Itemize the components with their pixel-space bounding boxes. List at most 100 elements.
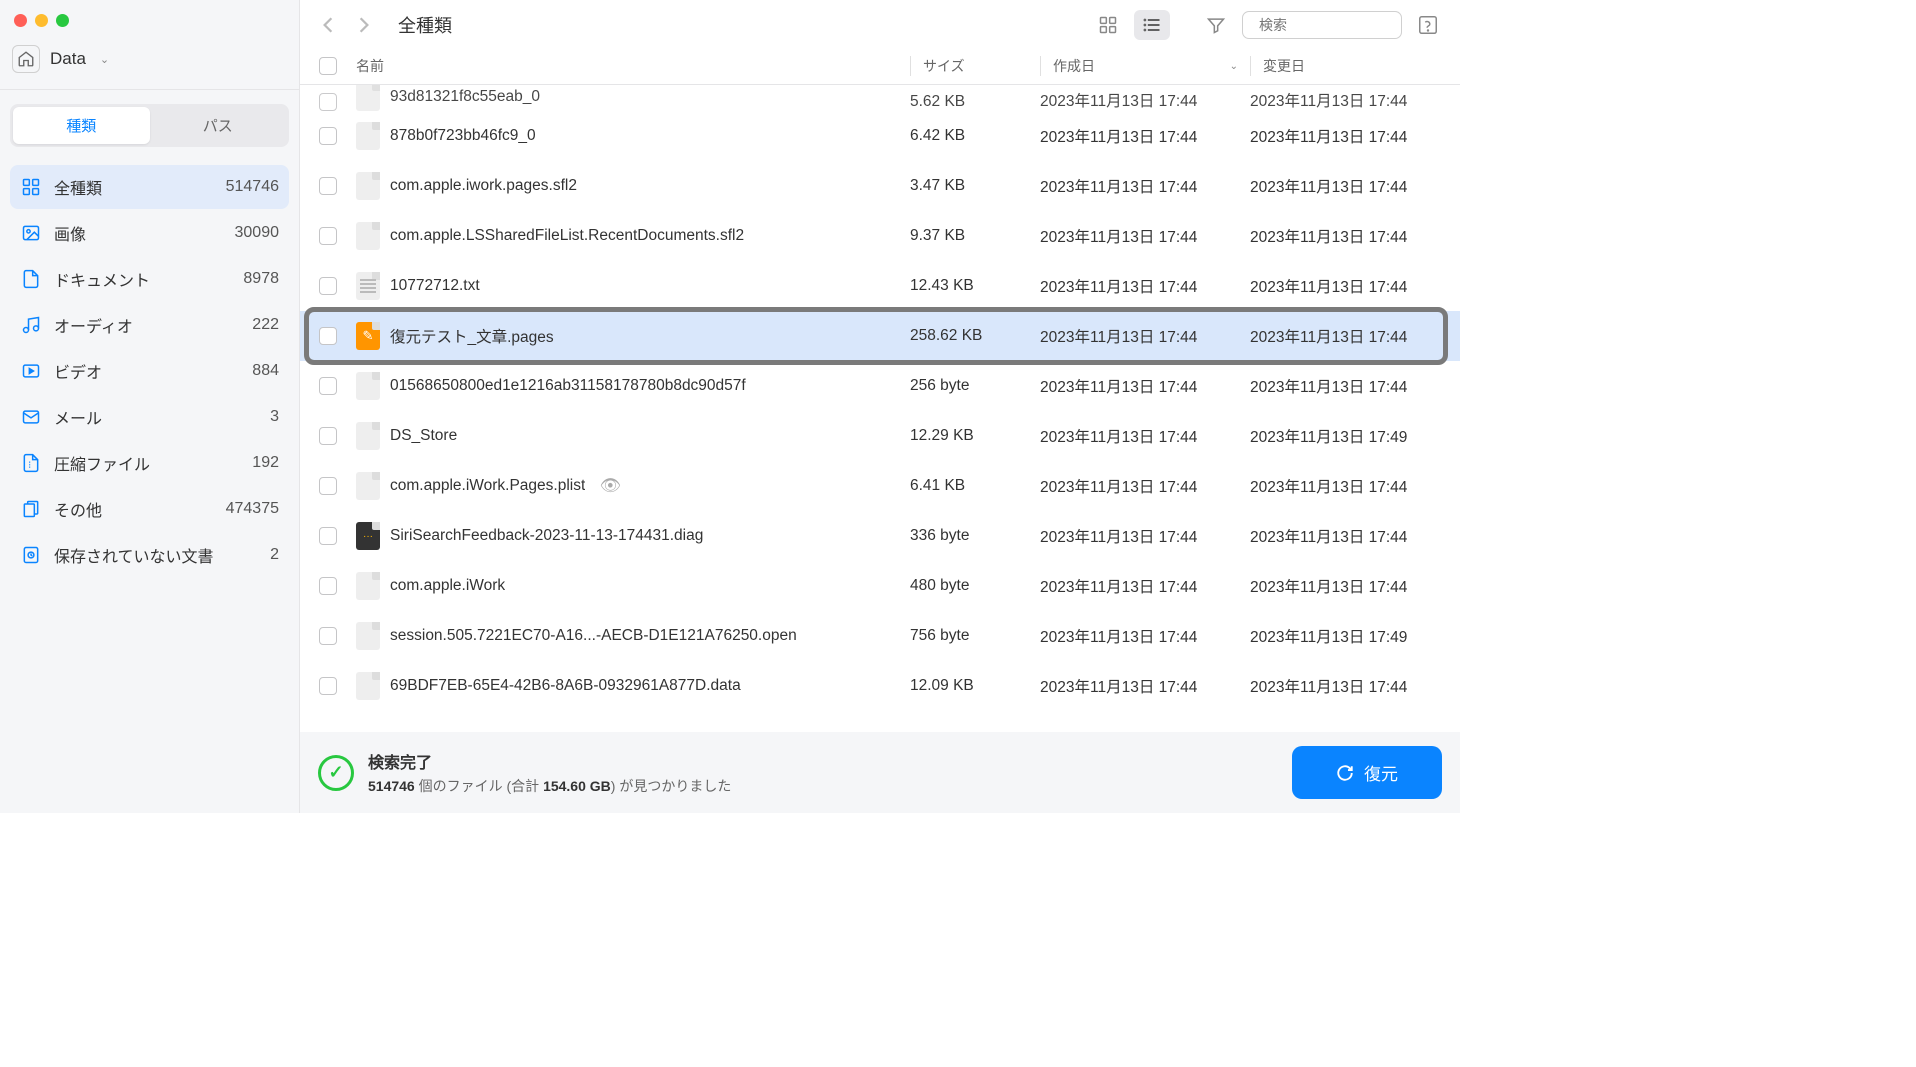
- row-checkbox[interactable]: [319, 427, 337, 445]
- category-label: 画像: [54, 221, 223, 245]
- file-size: 6.42 KB: [910, 127, 1040, 145]
- other-icon: [20, 498, 42, 520]
- status-title: 検索完了: [368, 749, 1278, 773]
- all-icon: [20, 176, 42, 198]
- column-size[interactable]: サイズ: [910, 56, 1040, 76]
- file-size: 258.62 KB: [910, 327, 1040, 345]
- view-mode-tabs: 種類 パス: [10, 104, 289, 147]
- file-row[interactable]: com.apple.iWork.Pages.plist👁6.41 KB2023年…: [300, 461, 1460, 511]
- column-created[interactable]: 作成日 ⌄: [1040, 56, 1250, 76]
- file-icon: [356, 272, 380, 300]
- row-checkbox[interactable]: [319, 127, 337, 145]
- back-button[interactable]: [314, 11, 342, 39]
- category-label: ビデオ: [54, 359, 240, 383]
- file-row[interactable]: DS_Store12.29 KB2023年11月13日 17:442023年11…: [300, 411, 1460, 461]
- category-count: 222: [252, 316, 279, 334]
- list-view-button[interactable]: [1134, 10, 1170, 40]
- file-modified: 2023年11月13日 17:44: [1250, 275, 1460, 297]
- category-count: 514746: [226, 178, 279, 196]
- category-image[interactable]: 画像 30090: [10, 211, 289, 255]
- category-count: 3: [270, 408, 279, 426]
- search-box[interactable]: [1242, 11, 1402, 39]
- category-all[interactable]: 全種類514746: [10, 165, 289, 209]
- category-archive[interactable]: 圧縮ファイル192: [10, 441, 289, 485]
- file-row[interactable]: 93d81321f8c55eab_05.62 KB2023年11月13日 17:…: [300, 85, 1460, 111]
- file-icon: [356, 172, 380, 200]
- file-created: 2023年11月13日 17:44: [1040, 375, 1250, 397]
- file-modified: 2023年11月13日 17:44: [1250, 675, 1460, 697]
- category-document[interactable]: ドキュメント8978: [10, 257, 289, 301]
- grid-view-button[interactable]: [1090, 10, 1126, 40]
- file-row[interactable]: 69BDF7EB-65E4-42B6-8A6B-0932961A877D.dat…: [300, 661, 1460, 711]
- file-row[interactable]: session.505.7221EC70-A16...-AECB-D1E121A…: [300, 611, 1460, 661]
- unsaved-icon: [20, 544, 42, 566]
- file-row[interactable]: SiriSearchFeedback-2023-11-13-174431.dia…: [300, 511, 1460, 561]
- category-audio[interactable]: オーディオ222: [10, 303, 289, 347]
- category-video[interactable]: ビデオ884: [10, 349, 289, 393]
- file-row[interactable]: com.apple.LSSharedFileList.RecentDocumen…: [300, 211, 1460, 261]
- row-checkbox[interactable]: [319, 177, 337, 195]
- file-modified: 2023年11月13日 17:44: [1250, 89, 1460, 111]
- file-size: 336 byte: [910, 527, 1040, 545]
- check-circle-icon: ✓: [318, 755, 354, 791]
- minimize-window-button[interactable]: [35, 14, 48, 27]
- file-icon: [356, 322, 380, 350]
- help-button[interactable]: [1410, 10, 1446, 40]
- category-count: 30090: [235, 224, 280, 242]
- sidebar: Data ⌄ 種類 パス 全種類514746 画像 30090 ドキュメント8978オ…: [0, 0, 300, 813]
- file-row[interactable]: 01568650800ed1e1216ab31158178780b8dc90d5…: [300, 361, 1460, 411]
- file-modified: 2023年11月13日 17:49: [1250, 625, 1460, 647]
- file-name: com.apple.iWork.Pages.plist: [390, 477, 585, 495]
- file-row[interactable]: 878b0f723bb46fc9_06.42 KB2023年11月13日 17:…: [300, 111, 1460, 161]
- row-checkbox[interactable]: [319, 527, 337, 545]
- filter-button[interactable]: [1198, 10, 1234, 40]
- file-created: 2023年11月13日 17:44: [1040, 89, 1250, 111]
- tab-kind[interactable]: 種類: [13, 107, 150, 144]
- row-checkbox[interactable]: [319, 277, 337, 295]
- row-checkbox[interactable]: [319, 377, 337, 395]
- file-size: 12.09 KB: [910, 677, 1040, 695]
- category-label: メール: [54, 405, 258, 429]
- audio-icon: [20, 314, 42, 336]
- tab-path[interactable]: パス: [150, 107, 287, 144]
- file-size: 12.43 KB: [910, 277, 1040, 295]
- window-controls: [0, 0, 299, 37]
- maximize-window-button[interactable]: [56, 14, 69, 27]
- category-unsaved[interactable]: 保存されていない文書2: [10, 533, 289, 577]
- category-label: 圧縮ファイル: [54, 451, 240, 475]
- row-checkbox[interactable]: [319, 577, 337, 595]
- chevron-down-icon: ⌄: [100, 53, 109, 66]
- file-row[interactable]: 復元テスト_文章.pages258.62 KB2023年11月13日 17:44…: [300, 311, 1460, 361]
- file-modified: 2023年11月13日 17:44: [1250, 575, 1460, 597]
- row-checkbox[interactable]: [319, 327, 337, 345]
- file-icon: [356, 422, 380, 450]
- file-name: 復元テスト_文章.pages: [390, 325, 554, 347]
- row-checkbox[interactable]: [319, 93, 337, 111]
- file-created: 2023年11月13日 17:44: [1040, 525, 1250, 547]
- column-name[interactable]: 名前: [356, 56, 910, 76]
- column-modified[interactable]: 変更日: [1250, 56, 1460, 76]
- preview-icon[interactable]: 👁: [595, 476, 625, 496]
- category-other[interactable]: その他474375: [10, 487, 289, 531]
- file-name: session.505.7221EC70-A16...-AECB-D1E121A…: [390, 627, 797, 645]
- select-all-checkbox[interactable]: [319, 57, 337, 75]
- row-checkbox[interactable]: [319, 677, 337, 695]
- file-size: 756 byte: [910, 627, 1040, 645]
- file-row[interactable]: com.apple.iWork480 byte2023年11月13日 17:44…: [300, 561, 1460, 611]
- forward-button[interactable]: [350, 11, 378, 39]
- close-window-button[interactable]: [14, 14, 27, 27]
- chevron-down-icon: ⌄: [1230, 61, 1238, 72]
- file-row[interactable]: com.apple.iwork.pages.sfl23.47 KB2023年11…: [300, 161, 1460, 211]
- status-detail: 514746 個のファイル (合計 154.60 GB) が見つかりました: [368, 776, 1278, 796]
- file-created: 2023年11月13日 17:44: [1040, 475, 1250, 497]
- file-modified: 2023年11月13日 17:44: [1250, 125, 1460, 147]
- row-checkbox[interactable]: [319, 477, 337, 495]
- category-label: 保存されていない文書: [54, 543, 258, 567]
- location-selector[interactable]: Data ⌄: [0, 37, 299, 90]
- row-checkbox[interactable]: [319, 627, 337, 645]
- recover-button[interactable]: 復元: [1292, 746, 1442, 799]
- row-checkbox[interactable]: [319, 227, 337, 245]
- category-mail[interactable]: メール 3: [10, 395, 289, 439]
- file-modified: 2023年11月13日 17:44: [1250, 475, 1460, 497]
- file-row[interactable]: 10772712.txt12.43 KB2023年11月13日 17:44202…: [300, 261, 1460, 311]
